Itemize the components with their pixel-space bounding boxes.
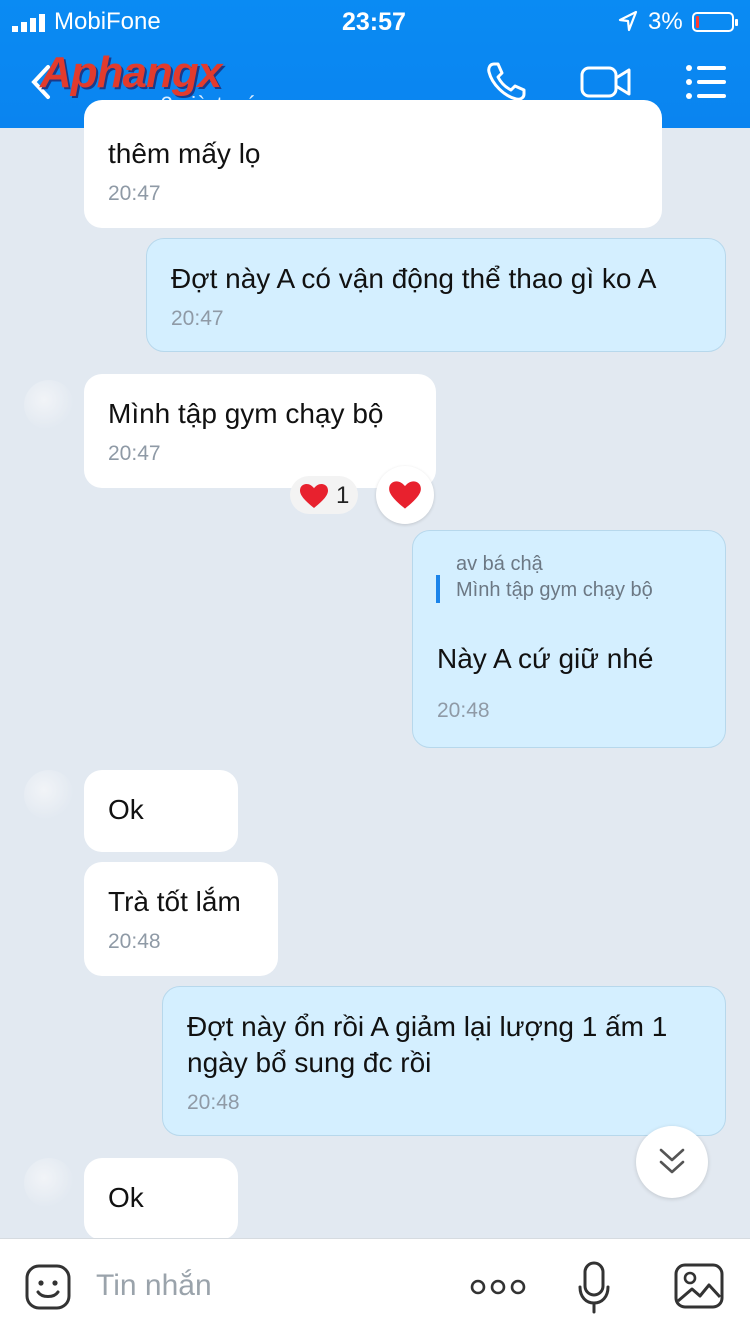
message-time: 20:48 [108, 930, 161, 953]
message-text: Này A cứ giữ nhé [437, 643, 654, 674]
image-icon[interactable] [674, 1263, 724, 1309]
reply-author: av bá chậ [456, 553, 543, 575]
carrier-name: MobiFone [54, 8, 161, 35]
react-button[interactable] [376, 466, 434, 524]
message-bubble-incoming[interactable]: Mình tập gym chạy bộ 20:47 [84, 374, 436, 488]
heart-icon [300, 484, 328, 508]
message-time: 20:48 [187, 1091, 240, 1114]
message-time: 20:47 [108, 442, 161, 465]
message-bubble-outgoing[interactable]: Đợt này A có vận động thể thao gì ko A 2… [146, 238, 726, 352]
message-bubble-outgoing[interactable]: Đợt này ổn rồi A giảm lại lượng 1 ấm 1 n… [162, 986, 726, 1136]
reaction-summary[interactable]: 1 [290, 476, 358, 514]
message-time: 20:48 [437, 699, 490, 722]
message-text: Trà tốt lắm [108, 886, 241, 917]
sticker-icon[interactable] [24, 1263, 72, 1311]
message-bubble-incoming[interactable]: Trà tốt lắm 20:48 [84, 862, 278, 976]
message-input[interactable]: Tin nhắn [96, 1269, 212, 1303]
message-bubble-incoming[interactable]: Ok [84, 1158, 238, 1240]
heart-icon [389, 481, 421, 509]
message-text: Ok [108, 1182, 144, 1213]
battery-icon [692, 12, 738, 32]
message-text: Ok [108, 794, 144, 825]
video-call-icon[interactable] [580, 60, 632, 104]
message-bubble-incoming[interactable]: thêm mấy lọ 20:47 [84, 100, 662, 228]
battery-percent: 3% [648, 8, 683, 35]
status-bar: MobiFone 23:57 3% [0, 6, 750, 36]
location-icon [618, 10, 638, 32]
menu-icon[interactable] [684, 60, 728, 104]
status-time: 23:57 [342, 8, 406, 36]
message-composer: Tin nhắn [0, 1238, 750, 1335]
avatar[interactable] [24, 380, 74, 430]
microphone-icon[interactable] [578, 1261, 610, 1315]
message-text: Đợt này ổn rồi A giảm lại lượng 1 ấm 1 n… [187, 1011, 668, 1078]
scroll-to-bottom-button[interactable] [636, 1126, 708, 1198]
double-chevron-down-icon [659, 1148, 685, 1174]
message-text: Mình tập gym chạy bộ [108, 398, 384, 429]
reaction-count: 1 [336, 482, 350, 509]
message-bubble-incoming[interactable]: Ok [84, 770, 238, 852]
reply-quote[interactable]: av bá chậ Mình tập gym chạy bộ [436, 553, 653, 603]
avatar[interactable] [24, 1158, 74, 1208]
phone-call-icon[interactable] [484, 60, 528, 104]
message-text: thêm mấy lọ [108, 138, 261, 169]
message-time: 20:47 [171, 307, 224, 330]
message-text: Đợt này A có vận động thể thao gì ko A [171, 263, 657, 294]
message-time: 20:47 [108, 182, 161, 205]
signal-icon [12, 14, 45, 32]
more-options-icon[interactable] [470, 1275, 526, 1299]
reply-quote-text: Mình tập gym chạy bộ [456, 579, 653, 601]
watermark-logo: Aphangx [40, 48, 222, 97]
avatar[interactable] [24, 770, 74, 820]
